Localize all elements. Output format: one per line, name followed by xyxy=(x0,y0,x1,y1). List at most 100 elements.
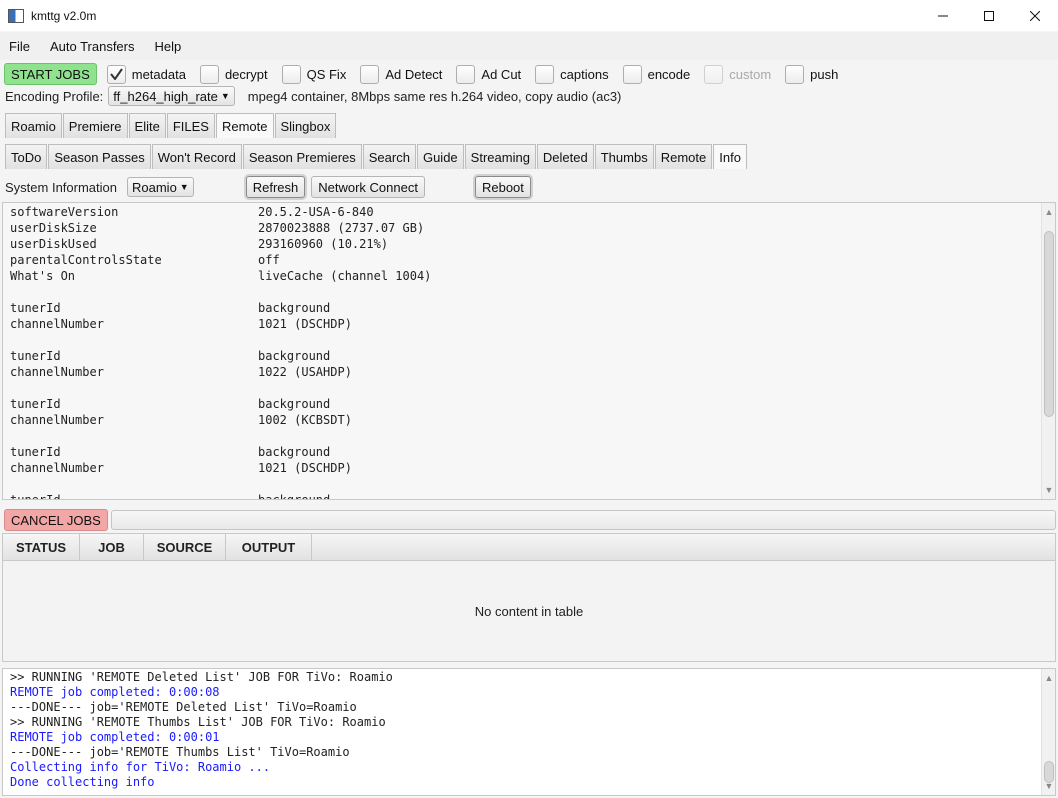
minimize-button[interactable] xyxy=(920,0,966,31)
menu-help[interactable]: Help xyxy=(155,39,182,54)
subtab-season-passes[interactable]: Season Passes xyxy=(48,144,151,169)
info-key xyxy=(10,428,258,444)
custom-label: custom xyxy=(729,66,772,82)
tab-remote[interactable]: Remote xyxy=(215,113,274,138)
subtab-season-premieres[interactable]: Season Premieres xyxy=(242,144,362,169)
maximize-icon xyxy=(984,10,994,21)
decrypt-checkbox[interactable] xyxy=(199,64,219,84)
tivo-select[interactable]: Roamio ▼ xyxy=(127,177,194,197)
scroll-down-icon[interactable]: ▼ xyxy=(1042,483,1055,497)
captions-checkbox[interactable] xyxy=(535,64,555,84)
tab-files[interactable]: FILES xyxy=(166,113,215,138)
subtab-remote[interactable]: Remote xyxy=(654,144,713,169)
subtab-won-t-record[interactable]: Won't Record xyxy=(151,144,242,169)
reboot-button[interactable]: Reboot xyxy=(474,176,531,198)
info-line: channelNumber 1002 (KCBSDT) xyxy=(10,412,431,428)
info-key: tunerId xyxy=(10,493,61,500)
window-title: kmttg v2.0m xyxy=(31,8,97,23)
column-job[interactable]: JOB xyxy=(80,534,144,561)
ad-detect-checkbox[interactable] xyxy=(360,64,380,84)
tab-elite[interactable]: Elite xyxy=(128,113,166,138)
encoding-profile-select[interactable]: ff_h264_high_rate ▼ xyxy=(108,86,235,106)
column-output[interactable]: OUTPUT xyxy=(226,534,312,561)
info-key xyxy=(10,380,258,396)
subtab-deleted[interactable]: Deleted xyxy=(536,144,594,169)
jobs-table: STATUS JOB SOURCE OUTPUT No content in t… xyxy=(2,533,1056,662)
metadata-checkbox[interactable] xyxy=(106,64,126,84)
info-line: userDiskUsed 293160960 (10.21%) xyxy=(10,236,431,252)
log-line: ---DONE--- job='REMOTE Thumbs List' TiVo… xyxy=(10,745,350,759)
info-value: 1021 (DSCHDP) xyxy=(258,461,352,475)
info-key xyxy=(10,284,258,300)
encoding-row: Encoding Profile: ff_h264_high_rate ▼ mp… xyxy=(5,85,621,107)
info-line xyxy=(10,380,431,396)
log-line: REMOTE job completed: 0:00:01 xyxy=(10,730,220,744)
subtab-todo[interactable]: ToDo xyxy=(5,144,48,169)
scroll-down-icon[interactable]: ▼ xyxy=(1042,779,1055,793)
info-value: background xyxy=(258,349,331,363)
decrypt-label: decrypt xyxy=(224,66,268,82)
info-line: tunerId background xyxy=(10,444,431,460)
subtab-guide[interactable]: Guide xyxy=(416,144,464,169)
remote-tabs: ToDo Season Passes Won't Record Season Prem… xyxy=(5,144,748,169)
column-status[interactable]: STATUS xyxy=(3,534,80,561)
scroll-thumb[interactable] xyxy=(1044,231,1054,417)
subtab-info[interactable]: Info xyxy=(713,144,747,169)
info-line: tunerId background xyxy=(10,300,431,316)
title-bar: kmttg v2.0m xyxy=(0,0,1058,31)
info-line: channelNumber 1022 (USAHDP) xyxy=(10,364,431,380)
subtab-streaming[interactable]: Streaming xyxy=(464,144,536,169)
encoding-profile-value: ff_h264_high_rate xyxy=(113,88,218,104)
cancel-jobs-button[interactable]: CANCEL JOBS xyxy=(4,509,108,531)
subtab-search[interactable]: Search xyxy=(362,144,416,169)
close-icon xyxy=(1030,10,1040,21)
log-line: REMOTE job completed: 0:00:08 xyxy=(10,685,220,699)
ad-detect-label: Ad Detect xyxy=(385,66,443,82)
network-connect-button[interactable]: Network Connect xyxy=(311,176,425,198)
info-line: channelNumber 1021 (DSCHDP) xyxy=(10,460,431,476)
info-key: tunerId xyxy=(10,301,61,315)
log-line: Collecting info for TiVo: Roamio ... xyxy=(10,760,271,774)
tab-slingbox[interactable]: Slingbox xyxy=(274,113,337,138)
dropdown-arrow-icon: ▼ xyxy=(220,91,230,101)
log-scrollbar[interactable]: ▲ ▼ xyxy=(1041,669,1055,795)
info-key: tunerId xyxy=(10,349,61,363)
menu-file[interactable]: File xyxy=(9,39,30,54)
ad-cut-checkbox[interactable] xyxy=(456,64,476,84)
job-options-row: START JOBS metadata decrypt QS Fix Ad Detec… xyxy=(4,62,842,86)
log-line: ---DONE--- job='REMOTE Deleted List' TiV… xyxy=(10,700,357,714)
info-value: off xyxy=(258,253,280,267)
tab-roamio[interactable]: Roamio xyxy=(5,113,62,138)
refresh-button[interactable]: Refresh xyxy=(245,176,306,198)
app-icon xyxy=(8,8,24,23)
ad-cut-label: Ad Cut xyxy=(481,66,522,82)
encode-label: encode xyxy=(647,66,691,82)
info-key: channelNumber xyxy=(10,413,104,427)
info-line xyxy=(10,332,431,348)
scroll-up-icon[interactable]: ▲ xyxy=(1042,205,1055,219)
jobs-table-header: STATUS JOB SOURCE OUTPUT xyxy=(3,534,1055,561)
info-line: softwareVersion 20.5.2-USA-6-840 xyxy=(10,204,431,220)
close-button[interactable] xyxy=(1012,0,1058,31)
maximize-button[interactable] xyxy=(966,0,1012,31)
tab-premiere[interactable]: Premiere xyxy=(62,113,128,138)
push-checkbox[interactable] xyxy=(785,64,805,84)
info-key: userDiskSize xyxy=(10,221,97,235)
column-source[interactable]: SOURCE xyxy=(144,534,226,561)
info-value: 293160960 (10.21%) xyxy=(258,237,389,251)
menu-auto-transfers[interactable]: Auto Transfers xyxy=(50,39,135,54)
subtab-thumbs[interactable]: Thumbs xyxy=(594,144,654,169)
scroll-up-icon[interactable]: ▲ xyxy=(1042,671,1055,685)
encode-checkbox[interactable] xyxy=(622,64,642,84)
info-key: What's On xyxy=(10,269,76,283)
encoding-description: mpeg4 container, 8Mbps same res h.264 vi… xyxy=(247,88,622,104)
info-key: tunerId xyxy=(10,445,61,459)
system-info-textarea[interactable]: softwareVersion 20.5.2-USA-6-840 userDiskS… xyxy=(2,202,1056,500)
minimize-icon xyxy=(938,15,948,16)
info-line: tunerId background xyxy=(10,396,431,412)
info-line: parentalControlsState off xyxy=(10,252,431,268)
log-textarea[interactable]: >> RUNNING 'REMOTE Deleted List' JOB FOR… xyxy=(2,668,1056,796)
start-jobs-button[interactable]: START JOBS xyxy=(4,63,97,85)
qs-fix-checkbox[interactable] xyxy=(281,64,301,84)
info-scrollbar[interactable]: ▲ ▼ xyxy=(1041,203,1055,499)
